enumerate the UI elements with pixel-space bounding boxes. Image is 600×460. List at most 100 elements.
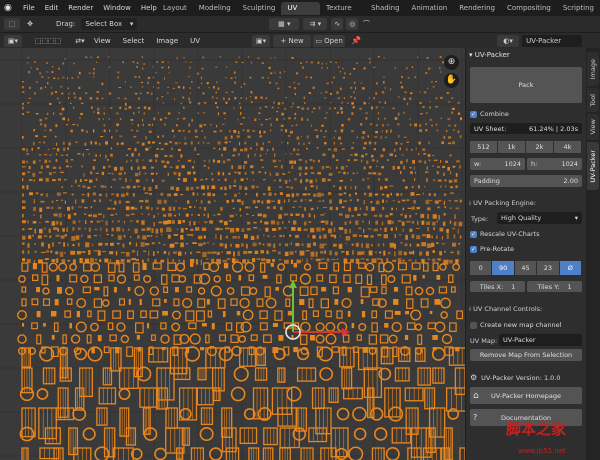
- workspace-tab-layout[interactable]: Layout: [157, 2, 193, 15]
- menu-file[interactable]: File: [18, 0, 40, 16]
- rotation-0-button[interactable]: 0: [470, 261, 492, 275]
- width-field[interactable]: w: 1024: [470, 158, 525, 170]
- uv-island: [180, 235, 184, 240]
- combine-checkbox[interactable]: ✓ Combine: [470, 110, 509, 118]
- zoom-icon[interactable]: ⊕: [444, 55, 459, 70]
- menu-select[interactable]: Select: [117, 37, 151, 45]
- resolution-1k-button[interactable]: 1k: [498, 141, 525, 153]
- sticky-select-dropdown[interactable]: ⇉ ▾: [303, 18, 328, 30]
- tiles-x-field[interactable]: Tiles X: 1: [470, 281, 525, 292]
- pack-button[interactable]: Pack: [470, 67, 582, 103]
- resolution-512-button[interactable]: 512: [470, 141, 497, 153]
- workspace-tab-rendering[interactable]: Rendering: [453, 2, 501, 15]
- blender-logo-icon[interactable]: ◉: [4, 3, 18, 13]
- engine-subpanel-header[interactable]: ⁞ UV Packing Engine:: [469, 199, 536, 207]
- uv-island: [383, 250, 386, 256]
- image-browse-dropdown[interactable]: ▣▾: [252, 34, 271, 47]
- uv-island: [122, 243, 125, 248]
- uv-island: [298, 159, 302, 161]
- proportional-falloff-icon[interactable]: ⌒: [360, 18, 373, 30]
- menu-render[interactable]: Render: [63, 0, 98, 16]
- tab-tool[interactable]: Tool: [587, 88, 599, 112]
- uv-island: [171, 147, 173, 150]
- channel-subpanel-header[interactable]: ⁞ UV Channel Controls:: [469, 305, 542, 313]
- uv-island: [80, 112, 83, 116]
- move-gizmo-icon[interactable]: ✥: [22, 18, 38, 30]
- workspace-tab-shading[interactable]: Shading: [365, 2, 405, 15]
- homepage-button[interactable]: ⌂ UV-Packer Homepage: [470, 387, 582, 404]
- remove-map-button[interactable]: Remove Map From Selection: [470, 349, 582, 361]
- image-datablock-icon[interactable]: ◐▾: [497, 34, 520, 47]
- uv-islands-canvas[interactable]: [0, 48, 465, 460]
- resolution-2k-button[interactable]: 2k: [526, 141, 553, 153]
- uv-island: [87, 346, 103, 362]
- uv-island: [443, 200, 445, 205]
- workspace-tab-compositing[interactable]: Compositing: [501, 2, 557, 15]
- uv-island: [375, 124, 378, 127]
- open-image-button[interactable]: ▭ Open: [313, 34, 346, 47]
- prerotate-checkbox[interactable]: ✓ Pre-Rotate: [470, 245, 514, 253]
- workspace-tab-modeling[interactable]: Modeling: [193, 2, 237, 15]
- rotation-free-button[interactable]: Ø: [559, 261, 582, 275]
- create-map-checkbox[interactable]: Create new map channel: [470, 321, 561, 329]
- uv-island: [367, 135, 369, 138]
- engine-type-dropdown[interactable]: High Quality ▾: [497, 212, 582, 224]
- tab-uv-packer[interactable]: UV-Packer: [587, 142, 599, 190]
- uv-island: [119, 135, 123, 137]
- uv-island: [354, 153, 358, 157]
- uv-island: [141, 259, 144, 263]
- uv-island: [241, 243, 244, 247]
- pivot-point-dropdown[interactable]: ▦ ▾: [269, 18, 300, 30]
- tiles-y-field[interactable]: Tiles Y: 1: [527, 281, 582, 292]
- drag-mode-dropdown[interactable]: Select Box ▾: [81, 18, 138, 30]
- uv-island: [323, 136, 326, 138]
- menu-window[interactable]: Window: [98, 0, 136, 16]
- panel-header[interactable]: ▾ UV-Packer: [469, 51, 510, 62]
- tab-view[interactable]: View: [587, 114, 599, 140]
- uv-island: [70, 334, 81, 344]
- resolution-4k-button[interactable]: 4k: [554, 141, 581, 153]
- workspace-tab-texture-paint[interactable]: Texture Paint: [320, 2, 365, 25]
- workspace-tab-sculpting[interactable]: Sculpting: [237, 2, 282, 15]
- editor-type-dropdown[interactable]: ▣▾: [4, 34, 22, 47]
- workspace-tab-uv-editing[interactable]: UV Editing: [281, 2, 321, 25]
- uv-island: [375, 165, 378, 167]
- uv-island: [239, 142, 241, 146]
- uv-island: [418, 141, 421, 145]
- workspace-tab-scripting[interactable]: Scripting: [557, 2, 600, 15]
- rescale-checkbox[interactable]: ✓ Rescale UV-Charts: [470, 230, 539, 238]
- menu-image[interactable]: Image: [150, 37, 184, 45]
- rotation-23-button[interactable]: 23: [537, 261, 559, 275]
- uv-island: [349, 193, 351, 197]
- pin-icon[interactable]: 📌: [351, 36, 361, 45]
- sync-selection-icon[interactable]: ⇄▾: [72, 34, 88, 47]
- height-field[interactable]: h: 1024: [527, 158, 582, 170]
- uv-island: [64, 178, 67, 181]
- menu-uv[interactable]: UV: [184, 37, 206, 45]
- select-mode-buttons[interactable]: ⬚⬚⬚⬚: [26, 34, 70, 47]
- pan-hand-icon[interactable]: ✋: [444, 73, 459, 88]
- tab-image[interactable]: Image: [587, 52, 599, 86]
- rotation-45-button[interactable]: 45: [514, 261, 537, 275]
- uv-editor-viewport[interactable]: ⊕ ✋: [0, 48, 465, 460]
- uv-island: [431, 347, 446, 361]
- uv-island: [425, 199, 430, 205]
- uv-map-field[interactable]: UV-Packer: [499, 334, 582, 346]
- workspace-tab-animation[interactable]: Animation: [406, 2, 454, 15]
- uv-island: [408, 251, 414, 255]
- uv-island: [334, 107, 336, 109]
- select-tool-icon[interactable]: ⬚: [4, 18, 20, 30]
- uv-island: [170, 228, 172, 232]
- menu-view[interactable]: View: [88, 37, 117, 45]
- rotation-90-button[interactable]: 90: [492, 261, 514, 275]
- uv-island: [279, 178, 282, 182]
- proportional-edit-icon[interactable]: ◎: [346, 18, 359, 30]
- padding-field[interactable]: Padding 2.00: [470, 175, 582, 187]
- uv-island: [332, 286, 339, 295]
- uv-island: [130, 119, 134, 121]
- image-name-field[interactable]: UV-Packer: [522, 34, 583, 47]
- menu-edit[interactable]: Edit: [40, 0, 64, 16]
- new-image-button[interactable]: + New: [273, 34, 312, 47]
- snap-toggle-icon[interactable]: ∿: [331, 18, 344, 30]
- uv-island: [279, 186, 282, 188]
